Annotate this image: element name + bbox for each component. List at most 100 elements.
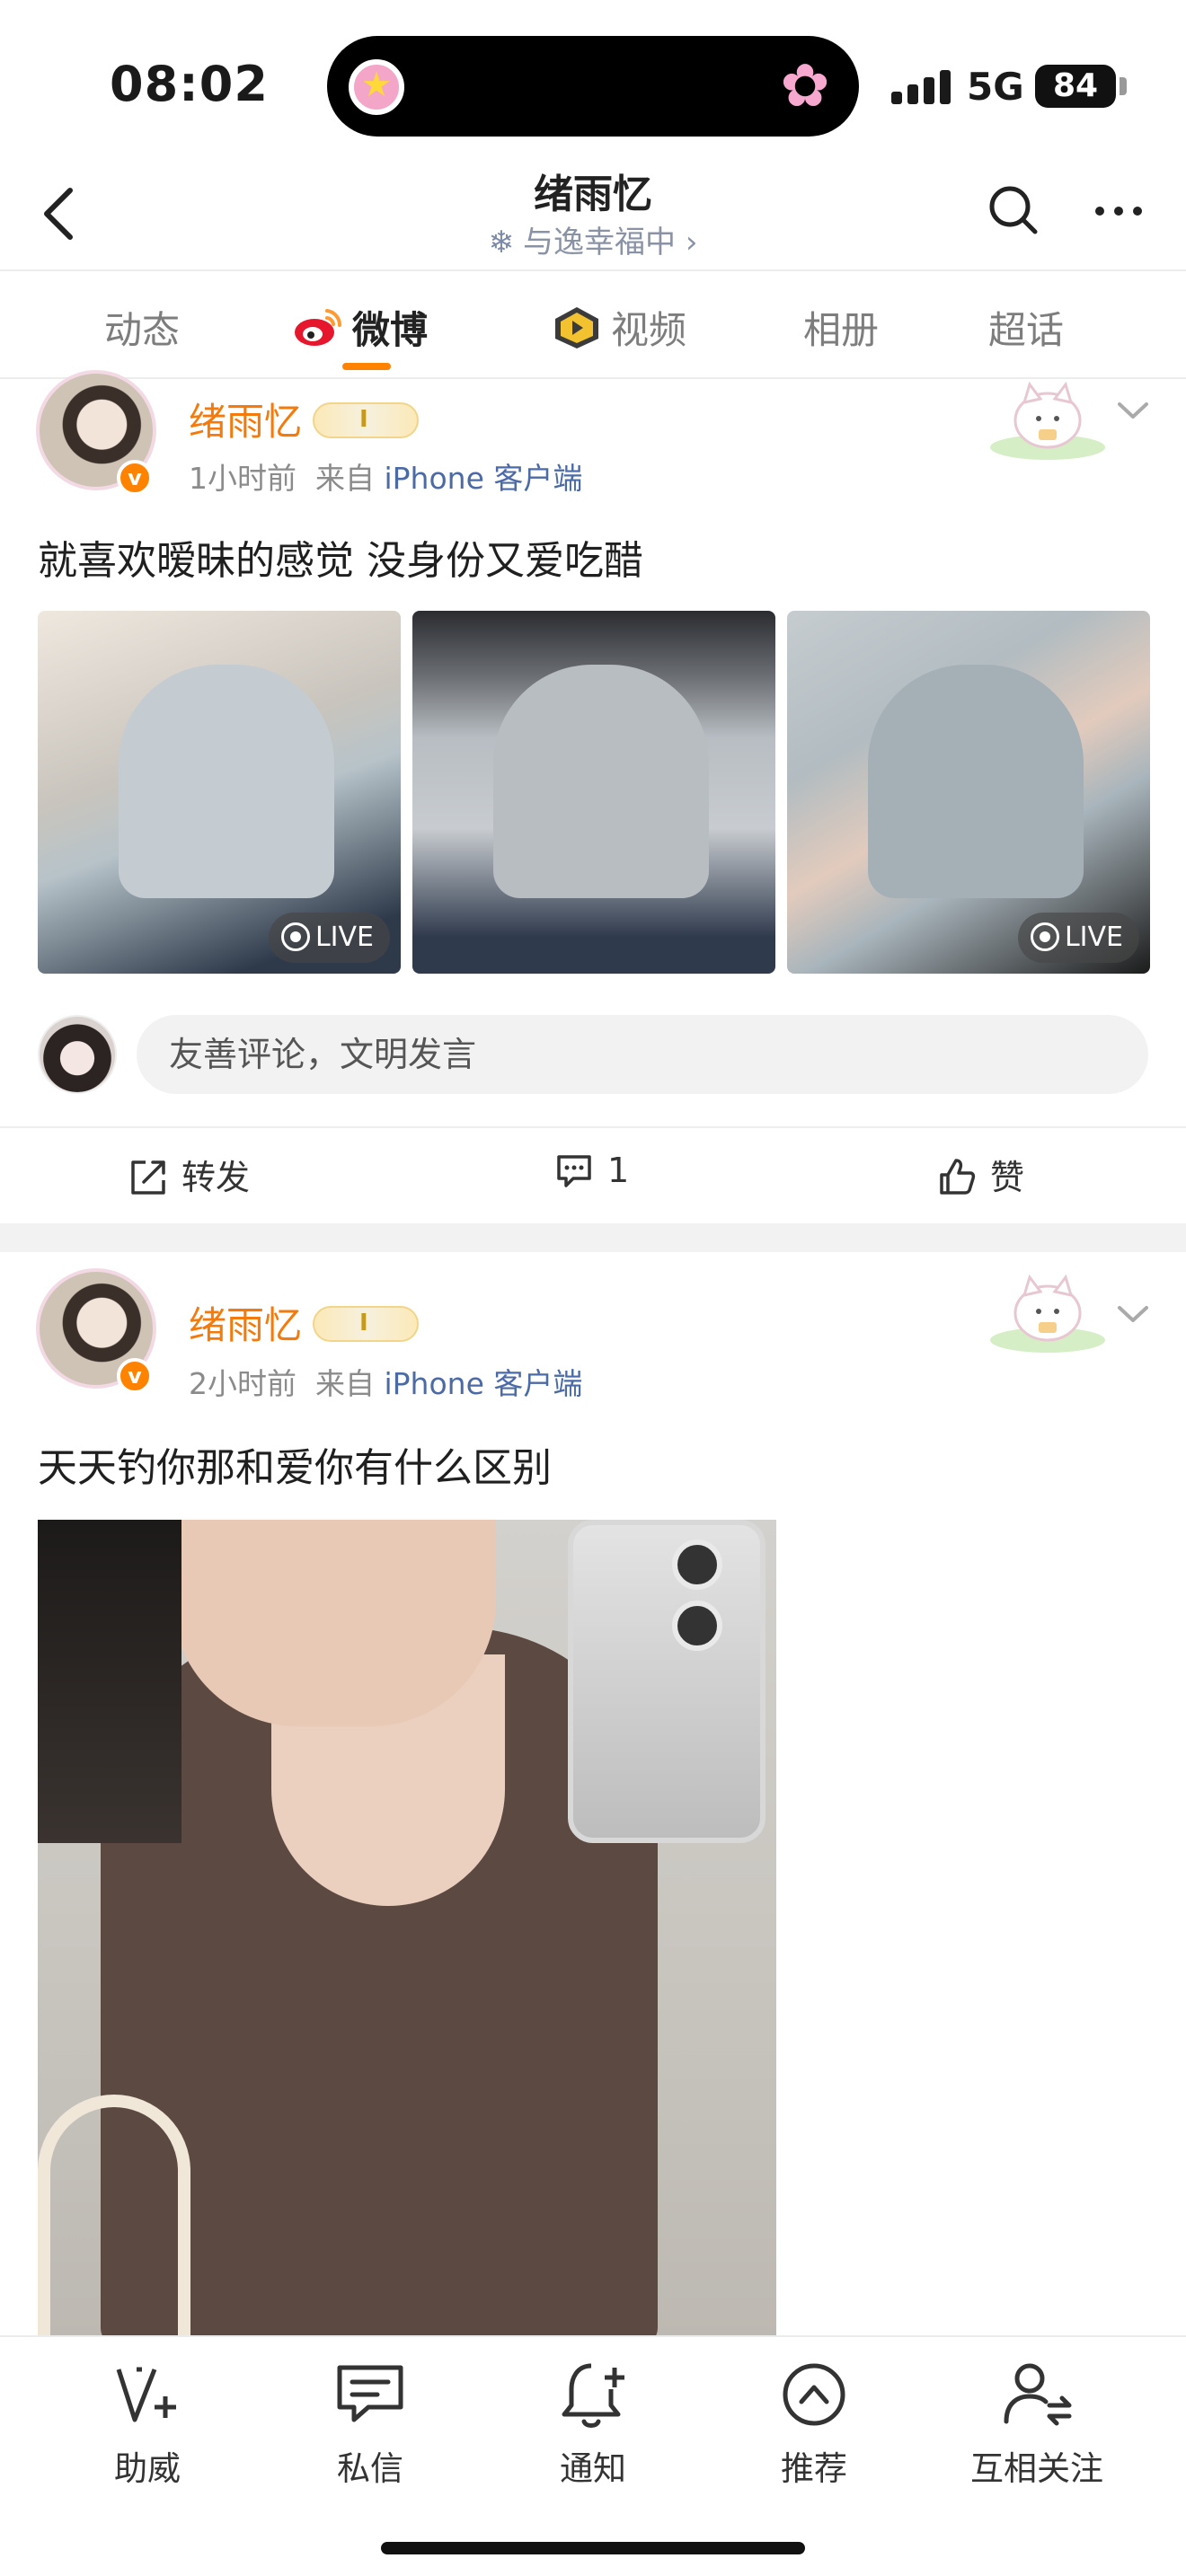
username-text: 绪雨忆 bbox=[189, 400, 303, 444]
photo-subject bbox=[868, 665, 1084, 898]
post-photo[interactable] bbox=[412, 611, 775, 974]
nav-messages[interactable]: 私信 bbox=[289, 2357, 451, 2490]
nav-cheer[interactable]: 助威 bbox=[66, 2357, 228, 2490]
tab-video[interactable]: 视频 bbox=[552, 300, 686, 355]
username-text: 绪雨忆 bbox=[189, 1303, 303, 1347]
photo-phone bbox=[568, 1520, 766, 1843]
post-text: 就喜欢暧昧的感觉 没身份又爱吃醋 bbox=[38, 538, 643, 584]
nav-notifications[interactable]: 通知 bbox=[512, 2357, 674, 2490]
post-time: 1小时前 bbox=[189, 461, 296, 496]
nav-mutual-follow[interactable]: 互相关注 bbox=[956, 2357, 1118, 2490]
network-type: 5G bbox=[967, 65, 1024, 109]
search-icon bbox=[989, 186, 1038, 234]
post-username[interactable]: 绪雨忆 bbox=[189, 1295, 420, 1350]
tab-weibo[interactable]: 微博 bbox=[293, 300, 428, 355]
nav-label: 互相关注 bbox=[970, 2449, 1103, 2488]
home-indicator bbox=[381, 2542, 805, 2554]
nav-label: 私信 bbox=[337, 2449, 403, 2488]
comment-row bbox=[0, 1010, 1186, 1099]
photo-detail bbox=[173, 1520, 496, 1726]
tab-weibo-label: 微博 bbox=[352, 308, 429, 352]
header-divider bbox=[0, 269, 1186, 271]
cat-sticker-icon bbox=[990, 1274, 1105, 1353]
search-button[interactable] bbox=[983, 180, 1046, 243]
repost-label: 转发 bbox=[181, 1158, 251, 1197]
live-photo-badge: LIVE bbox=[268, 913, 390, 963]
battery-indicator: 84 bbox=[1035, 65, 1116, 108]
photo-subject bbox=[119, 665, 334, 898]
status-bar: 08:02 ✿ 5G 84 bbox=[0, 0, 1186, 162]
photo-detail bbox=[672, 1601, 722, 1651]
status-time: 08:02 bbox=[110, 56, 269, 112]
video-logo-icon bbox=[555, 307, 598, 348]
dynamic-island: ✿ bbox=[327, 36, 859, 137]
post-source[interactable]: iPhone 客户端 bbox=[384, 1366, 582, 1401]
live-label: LIVE bbox=[1064, 922, 1123, 953]
post-separator bbox=[0, 1223, 1186, 1252]
more-button[interactable] bbox=[1087, 180, 1150, 243]
tab-video-label: 视频 bbox=[611, 308, 687, 352]
like-label: 赞 bbox=[990, 1158, 1025, 1197]
thumbs-up-icon bbox=[940, 1159, 976, 1195]
bell-plus-icon bbox=[562, 2363, 624, 2428]
chevron-up-circle-icon bbox=[783, 2363, 845, 2426]
photo-detail bbox=[38, 1520, 181, 1843]
photo-detail bbox=[672, 1539, 722, 1590]
source-prefix: 来自 bbox=[314, 461, 375, 496]
vip-badge-icon bbox=[313, 1306, 420, 1342]
snowflake-icon: ❄ bbox=[488, 225, 515, 260]
vip-badge-icon bbox=[313, 402, 420, 438]
profile-header: 绪雨忆 ❄ 与逸幸福中 › bbox=[0, 162, 1186, 271]
live-icon bbox=[280, 922, 310, 951]
live-label: LIVE bbox=[314, 922, 374, 953]
photo-bag bbox=[38, 2095, 190, 2337]
photo-subject bbox=[493, 665, 709, 898]
post-menu-chevron-icon[interactable] bbox=[1111, 1297, 1155, 1333]
v-plus-icon bbox=[116, 2367, 176, 2422]
live-photo-badge: LIVE bbox=[1017, 913, 1139, 963]
nav-label: 通知 bbox=[560, 2449, 626, 2488]
nav-recommend[interactable]: 推荐 bbox=[733, 2357, 895, 2490]
comment-input[interactable] bbox=[137, 1015, 1148, 1094]
activity-star-icon bbox=[349, 59, 404, 115]
post-time: 2小时前 bbox=[189, 1366, 296, 1401]
tab-super-topic[interactable]: 超话 bbox=[988, 300, 1064, 355]
profile-tabs: 动态 微博 视频 相册 超话 bbox=[0, 273, 1186, 377]
message-icon bbox=[337, 2365, 403, 2422]
comment-button[interactable]: 1 bbox=[553, 1150, 629, 1191]
weibo-logo-icon bbox=[295, 309, 342, 346]
verified-badge-icon: v bbox=[117, 460, 153, 496]
comment-count: 1 bbox=[607, 1151, 630, 1190]
post-meta: 2小时前 来自 iPhone 客户端 bbox=[189, 1360, 582, 1403]
post-photo[interactable]: LIVE bbox=[38, 611, 401, 974]
my-avatar bbox=[38, 1015, 117, 1094]
tab-dynamic[interactable]: 动态 bbox=[104, 300, 180, 355]
verified-badge-icon: v bbox=[117, 1358, 153, 1394]
tab-album[interactable]: 相册 bbox=[803, 300, 879, 355]
post-username[interactable]: 绪雨忆 bbox=[189, 392, 420, 446]
like-button[interactable]: 赞 bbox=[936, 1150, 1024, 1199]
mutual-follow-icon bbox=[1004, 2363, 1072, 2426]
sakura-icon: ✿ bbox=[780, 51, 830, 120]
repost-button[interactable]: 转发 bbox=[128, 1150, 250, 1199]
repost-icon bbox=[131, 1160, 165, 1195]
nav-label: 推荐 bbox=[781, 2449, 847, 2488]
cat-sticker-icon bbox=[990, 381, 1105, 460]
battery-tip bbox=[1120, 77, 1127, 95]
post-text: 天天钓你那和爱你有什么区别 bbox=[38, 1445, 552, 1491]
post-menu-chevron-icon[interactable] bbox=[1111, 393, 1155, 429]
nav-label: 助威 bbox=[114, 2449, 181, 2488]
bottom-nav: 助威 私信 通知 推荐 互相关注 bbox=[0, 2335, 1186, 2576]
post-photo[interactable]: LIVE bbox=[787, 611, 1150, 974]
live-icon bbox=[1030, 922, 1059, 951]
post-photo[interactable] bbox=[38, 1520, 776, 2337]
subtitle-text: 与逸幸福中 › bbox=[523, 225, 698, 260]
post-actions: 转发 1 赞 bbox=[0, 1126, 1186, 1220]
active-tab-indicator bbox=[342, 363, 391, 370]
post-meta: 1小时前 来自 iPhone 客户端 bbox=[189, 454, 582, 498]
post-source[interactable]: iPhone 客户端 bbox=[384, 461, 582, 496]
source-prefix: 来自 bbox=[314, 1366, 375, 1401]
comment-icon bbox=[557, 1155, 591, 1187]
more-dots-icon bbox=[1095, 207, 1142, 216]
signal-icon bbox=[891, 68, 951, 104]
